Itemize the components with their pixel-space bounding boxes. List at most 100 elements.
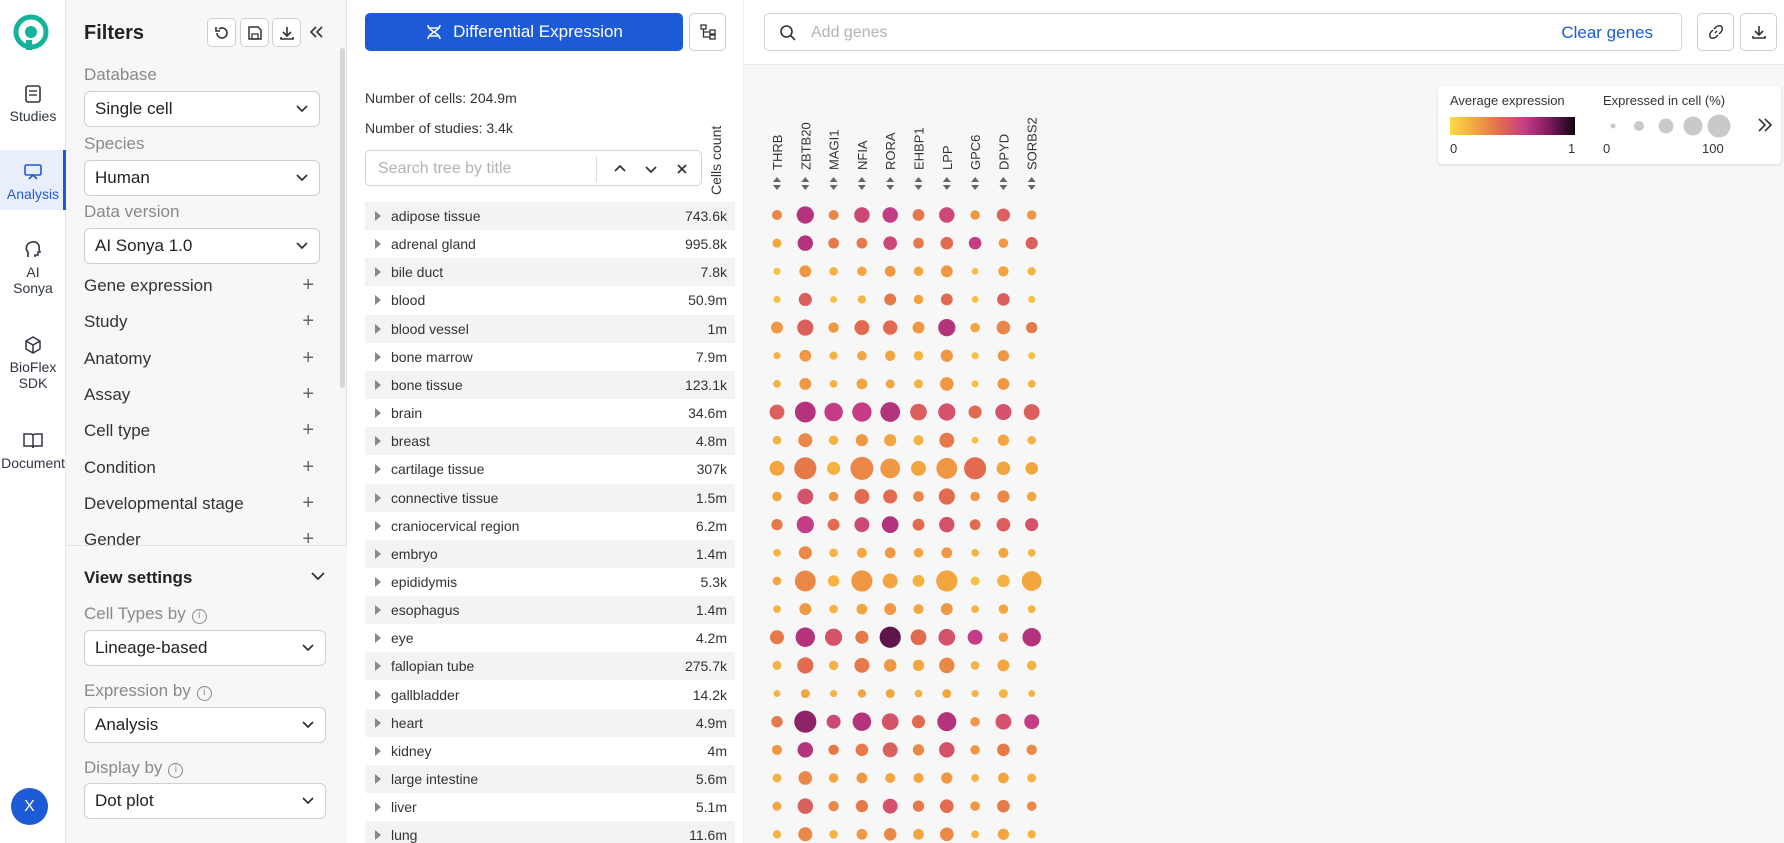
expression-dot[interactable] xyxy=(855,630,869,644)
expression-dot[interactable] xyxy=(1026,744,1037,756)
expression-dot[interactable] xyxy=(997,828,1010,840)
expression-dot[interactable] xyxy=(913,772,924,784)
expression-dot[interactable] xyxy=(996,320,1011,335)
expression-dot[interactable] xyxy=(1025,237,1038,250)
expression-dot[interactable] xyxy=(998,632,1009,643)
differential-expression-button[interactable]: Differential Expression xyxy=(365,13,683,51)
gene-label[interactable]: THRB xyxy=(770,135,785,170)
expression-dot[interactable] xyxy=(829,380,838,388)
expression-dot[interactable] xyxy=(911,460,926,476)
expression-dot[interactable] xyxy=(773,295,781,304)
expression-dot[interactable] xyxy=(1026,210,1037,220)
expression-dot[interactable] xyxy=(969,519,981,531)
expression-dot[interactable] xyxy=(997,434,1010,446)
expression-dot[interactable] xyxy=(856,378,868,390)
expression-dot[interactable] xyxy=(970,576,980,586)
display-by-select[interactable]: Dot plot xyxy=(84,783,326,819)
expression-dot[interactable] xyxy=(910,629,927,646)
expression-dot[interactable] xyxy=(828,322,839,333)
expression-dot[interactable] xyxy=(798,292,812,306)
expression-dot[interactable] xyxy=(885,689,895,699)
expression-dot[interactable] xyxy=(997,799,1010,813)
cell-types-select[interactable]: Lineage-based xyxy=(84,630,326,666)
expand-caret-icon[interactable] xyxy=(375,323,381,334)
expression-dot[interactable] xyxy=(940,236,954,250)
expression-dot[interactable] xyxy=(828,491,839,502)
tree-row[interactable]: bile duct 7.8k xyxy=(365,258,735,287)
expression-dot[interactable] xyxy=(829,830,838,839)
expand-caret-icon[interactable] xyxy=(375,436,381,447)
expression-dot[interactable] xyxy=(971,352,979,360)
expression-dot[interactable] xyxy=(964,457,987,480)
expression-dot[interactable] xyxy=(794,401,816,423)
expression-dot[interactable] xyxy=(1028,352,1036,360)
expression-dot[interactable] xyxy=(857,266,867,277)
gene-label[interactable]: EHBP1 xyxy=(912,127,927,170)
expression-dot[interactable] xyxy=(998,238,1009,248)
expand-caret-icon[interactable] xyxy=(375,239,381,250)
expression-dot[interactable] xyxy=(772,801,782,811)
expression-dot[interactable] xyxy=(1027,548,1036,557)
gene-label[interactable]: LPP xyxy=(940,145,955,170)
expand-caret-icon[interactable] xyxy=(375,633,381,644)
expression-dot[interactable] xyxy=(795,627,815,647)
expression-dot[interactable] xyxy=(769,460,785,476)
expression-dot[interactable] xyxy=(1026,660,1037,671)
expand-caret-icon[interactable] xyxy=(375,745,381,756)
download-filters-button[interactable] xyxy=(272,18,301,47)
expression-dot[interactable] xyxy=(970,661,980,670)
expression-dot[interactable] xyxy=(996,517,1011,532)
expression-dot[interactable] xyxy=(773,605,781,613)
expression-dot[interactable] xyxy=(857,295,867,304)
expression-dot[interactable] xyxy=(913,237,924,249)
expression-dot[interactable] xyxy=(771,716,783,728)
clear-genes-button[interactable]: Clear genes xyxy=(1561,23,1653,43)
expression-dot[interactable] xyxy=(1026,321,1038,334)
expression-dot[interactable] xyxy=(968,405,982,419)
sort-icon[interactable] xyxy=(971,177,980,190)
expression-dot[interactable] xyxy=(854,657,870,673)
expression-dot[interactable] xyxy=(938,628,956,646)
expression-dot[interactable] xyxy=(940,265,953,278)
expression-dot[interactable] xyxy=(799,265,812,278)
expression-dot[interactable] xyxy=(997,293,1010,306)
rail-item-bioflex-sdk[interactable]: BioFlex SDK xyxy=(0,335,66,397)
expression-by-select[interactable]: Analysis xyxy=(84,707,326,743)
expression-dot[interactable] xyxy=(857,689,867,698)
expression-dot[interactable] xyxy=(940,293,953,306)
expression-dot[interactable] xyxy=(797,488,814,505)
tree-row[interactable]: blood 50.9m xyxy=(365,286,735,314)
expression-dot[interactable] xyxy=(997,574,1010,588)
expression-dot[interactable] xyxy=(1026,801,1037,811)
gene-label[interactable]: SORBS2 xyxy=(1025,117,1040,170)
tree-row[interactable]: brain 34.6m xyxy=(365,399,735,427)
expression-dot[interactable] xyxy=(996,208,1010,222)
expression-dot[interactable] xyxy=(912,744,925,756)
expression-dot[interactable] xyxy=(798,771,813,785)
tree-row[interactable]: heart 4.9m xyxy=(365,708,735,737)
expression-dot[interactable] xyxy=(1025,462,1038,475)
expression-dot[interactable] xyxy=(794,710,817,733)
gene-label[interactable]: GPC6 xyxy=(968,135,983,170)
expression-dot[interactable] xyxy=(913,548,924,558)
expand-caret-icon[interactable] xyxy=(375,548,381,559)
expression-dot[interactable] xyxy=(913,294,924,305)
tree-row[interactable]: bone tissue 123.1k xyxy=(365,370,735,399)
expression-dot[interactable] xyxy=(772,773,782,783)
expression-dot[interactable] xyxy=(773,267,781,275)
expression-dot[interactable] xyxy=(971,830,979,839)
app-logo[interactable] xyxy=(12,14,50,52)
expression-dot[interactable] xyxy=(799,377,812,390)
sort-icon[interactable] xyxy=(829,177,838,190)
expand-caret-icon[interactable] xyxy=(375,689,381,700)
tree-view-button[interactable] xyxy=(689,13,726,51)
expression-dot[interactable] xyxy=(828,237,839,249)
expression-dot[interactable] xyxy=(880,458,901,479)
expression-dot[interactable] xyxy=(912,518,925,531)
expand-caret-icon[interactable] xyxy=(375,464,381,475)
expression-dot[interactable] xyxy=(829,604,838,614)
filter-anatomy[interactable]: Anatomy + xyxy=(84,348,314,369)
expression-dot[interactable] xyxy=(912,575,925,587)
tree-row[interactable]: fallopian tube 275.7k xyxy=(365,652,735,681)
expression-dot[interactable] xyxy=(998,266,1009,277)
